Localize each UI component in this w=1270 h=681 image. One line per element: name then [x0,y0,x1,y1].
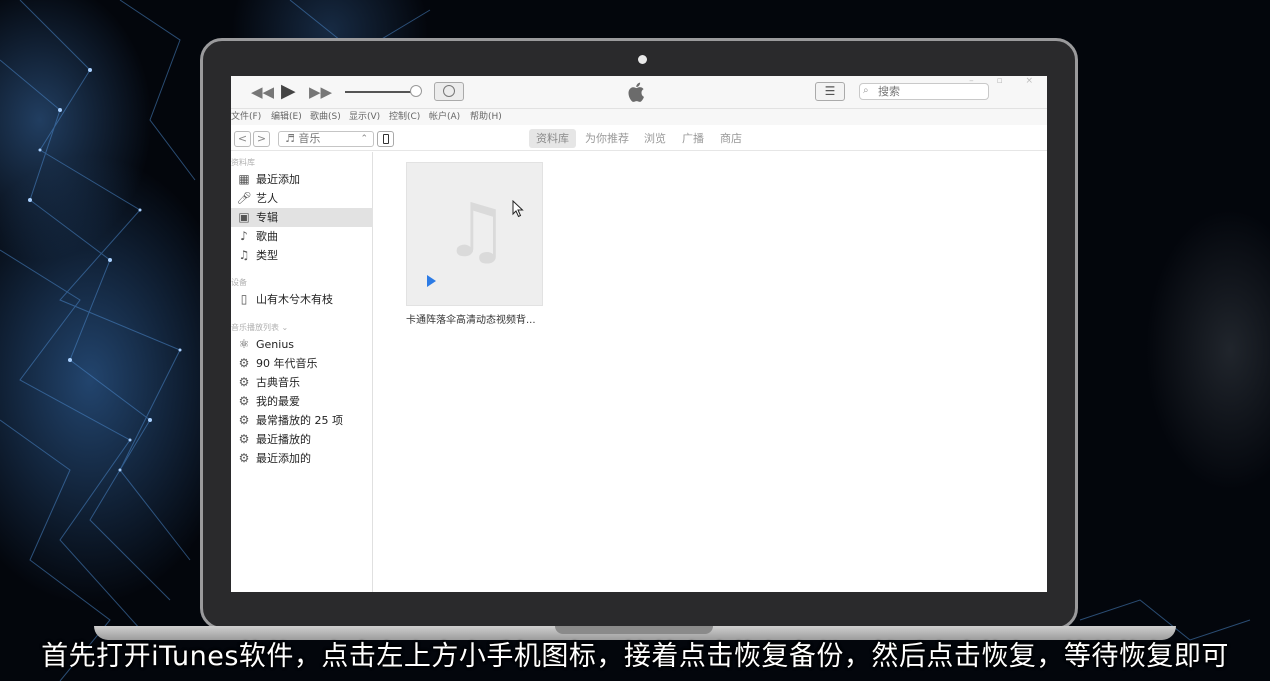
menu-account[interactable]: 帐户(A) [429,109,460,125]
sidebar-item-device[interactable]: ▯ 山有木兮木有枝 [231,290,373,309]
sidebar-item-label: 我的最爱 [256,395,300,408]
menu-view[interactable]: 显示(V) [349,109,380,125]
tab-store[interactable]: 商店 [713,129,749,148]
tab-library[interactable]: 资料库 [529,129,576,148]
window-controls[interactable]: – ▫ × [969,76,1043,86]
tab-for-you[interactable]: 为你推荐 [578,129,636,148]
iphone-icon [383,134,389,144]
sidebar-item-genius[interactable]: ⚛ Genius [231,335,373,354]
play-icon[interactable]: ▶ [281,82,296,101]
sidebar-item-label: 90 年代音乐 [256,357,318,370]
sidebar-item-90s-music[interactable]: ⚙ 90 年代音乐 [231,354,373,373]
sidebar-item-artists[interactable]: 🎤︎ 艺人 [231,189,373,208]
library-section-header: 资料库 [231,158,255,167]
devices-section-header: 设备 [231,278,247,287]
sidebar-item-albums[interactable]: ▣ 专辑 [231,208,373,227]
video-subtitle: 首先打开iTunes软件，点击左上方小手机图标，接着点击恢复备份，然后点击恢复，… [41,641,1229,672]
tab-radio[interactable]: 广播 [675,129,711,148]
sidebar-item-label: 最近添加 [256,173,300,186]
airplay-icon [443,85,455,97]
itunes-window: ◀◀ ▶ ▶▶ ☰ ⌕ – ▫ × 文件(F) 编辑(E) 歌曲(S) 显示(V… [231,76,1047,592]
media-type-select[interactable]: ♬ 音乐 ⌃ [278,131,374,147]
navigation-bar: < > ♬ 音乐 ⌃ 资料库 为你推荐 浏览 广播 商店 [231,126,1047,151]
sidebar: 资料库 ▦ 最近添加 🎤︎ 艺人 ▣ 专辑 ♪ 歌曲 ♫ 类型 设备 ▯ 山有木… [231,152,373,592]
list-view-button[interactable]: ☰ [815,82,845,101]
sidebar-item-songs[interactable]: ♪ 歌曲 [231,227,373,246]
apple-logo-icon [628,82,644,102]
sidebar-item-label: 山有木兮木有枝 [256,293,333,306]
album-title[interactable]: 卡通阵落伞高清动态视频背... [406,311,546,326]
search-icon: ⌕ [863,85,869,96]
genre-icon: ♫ [238,248,250,262]
smart-playlist-gear-icon: ⚙ [238,394,250,408]
menu-bar: 文件(F) 编辑(E) 歌曲(S) 显示(V) 控制(C) 帐户(A) 帮助(H… [231,109,1047,125]
sidebar-item-genres[interactable]: ♫ 类型 [231,246,373,265]
iphone-icon: ▯ [240,292,248,306]
back-button[interactable]: < [234,131,251,147]
sidebar-item-label: 类型 [256,249,278,262]
tab-browse[interactable]: 浏览 [637,129,673,148]
list-view-icon: ☰ [824,84,836,98]
sidebar-item-label: 专辑 [256,211,278,224]
sidebar-item-recently-added[interactable]: ▦ 最近添加 [231,170,373,189]
smart-playlist-gear-icon: ⚙ [238,375,250,389]
sidebar-item-label: 歌曲 [256,230,278,243]
menu-song[interactable]: 歌曲(S) [310,109,341,125]
sidebar-item-label: 最近播放的 [256,433,311,446]
media-type-label: ♬ 音乐 [285,132,321,145]
webcam [638,55,647,64]
smart-playlist-gear-icon: ⚙ [238,451,250,465]
album-play-icon[interactable] [427,275,436,287]
sidebar-item-favorites[interactable]: ⚙ 我的最爱 [231,392,373,411]
sidebar-item-label: 古典音乐 [256,376,300,389]
sidebar-item-label: Genius [256,338,295,351]
volume-knob[interactable] [410,85,422,97]
sidebar-item-label: 最近添加的 [256,452,311,465]
music-note-icon: ♫ [443,188,510,274]
laptop-notch [555,626,713,634]
sidebar-item-classical[interactable]: ⚙ 古典音乐 [231,373,373,392]
microphone-icon: 🎤︎ [236,191,252,205]
rewind-icon[interactable]: ◀◀ [251,85,274,100]
playlists-section-header[interactable]: 音乐播放列表 ⌄ [231,322,288,333]
album-icon: ▣ [238,210,250,224]
sidebar-item-label: 艺人 [256,192,278,205]
playlists-header-label: 音乐播放列表 [231,323,279,332]
calendar-grid-icon: ▦ [238,172,250,186]
mouse-cursor-icon [512,200,524,218]
menu-help[interactable]: 帮助(H) [470,109,502,125]
music-note-icon: ♪ [240,229,248,243]
smart-playlist-gear-icon: ⚙ [238,432,250,446]
sidebar-item-top-25[interactable]: ⚙ 最常播放的 25 项 [231,411,373,430]
menu-controls[interactable]: 控制(C) [389,109,420,125]
smart-playlist-gear-icon: ⚙ [238,356,250,370]
device-phone-button[interactable] [377,131,394,147]
airplay-button[interactable] [434,82,464,101]
sidebar-item-recently-added-playlist[interactable]: ⚙ 最近添加的 [231,449,373,468]
sidebar-item-label: 最常播放的 25 项 [256,414,343,427]
chevron-down-icon: ⌄ [281,323,289,332]
forward-button[interactable]: > [253,131,270,147]
fast-forward-icon[interactable]: ▶▶ [309,85,332,100]
album-artwork[interactable]: ♫ [406,162,543,306]
sidebar-item-recently-played[interactable]: ⚙ 最近播放的 [231,430,373,449]
volume-slider[interactable] [345,91,417,93]
menu-edit[interactable]: 编辑(E) [271,109,302,125]
playback-toolbar: ◀◀ ▶ ▶▶ ☰ ⌕ – ▫ × [231,76,1047,109]
genius-atom-icon: ⚛ [238,337,250,351]
smart-playlist-gear-icon: ⚙ [238,413,250,427]
menu-file[interactable]: 文件(F) [231,109,261,125]
chevron-updown-icon: ⌃ [360,134,368,144]
